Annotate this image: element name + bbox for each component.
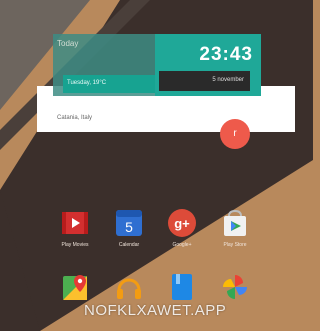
widget-clock-panel[interactable]: 23:43 5 november	[155, 34, 261, 96]
today-label: Today	[57, 39, 79, 48]
date-label: 5 november	[212, 77, 244, 83]
app-google-plus[interactable]: g+ Google+	[158, 208, 206, 248]
weather-label: Tuesday, 19°C	[67, 80, 107, 86]
calendar-icon: 5	[116, 210, 142, 236]
clock-time: 23:43	[199, 44, 253, 65]
photos-pinwheel-icon	[223, 275, 247, 299]
app-label: Calendar	[118, 242, 140, 248]
dock-photos[interactable]	[211, 272, 259, 302]
play-store-icon	[224, 209, 246, 236]
date-strip: 5 november	[159, 71, 250, 91]
app-label: Play Store	[223, 242, 247, 248]
app-label: Google+	[172, 242, 192, 248]
widget-fab-button[interactable]: r	[220, 119, 250, 149]
google-plus-glyph: g+	[174, 216, 190, 231]
dock-music[interactable]	[105, 272, 153, 302]
maps-icon	[63, 275, 87, 300]
dock-maps[interactable]	[51, 272, 99, 302]
location-label: Catania, Italy	[57, 115, 93, 121]
watermark-text: NOFKLXAWET.APP	[84, 302, 227, 319]
app-play-store[interactable]: Play Store	[211, 208, 259, 248]
app-play-movies[interactable]: Play Movies	[51, 208, 99, 248]
clock-weather-widget[interactable]: Catania, Italy Today Tuesday, 19°C 23:43…	[37, 34, 295, 132]
weather-strip: Tuesday, 19°C	[63, 75, 155, 93]
dock-books[interactable]	[158, 272, 206, 302]
calendar-day: 5	[125, 219, 133, 235]
books-icon	[172, 274, 192, 300]
google-plus-icon: g+	[168, 209, 196, 237]
play-movies-icon	[62, 212, 88, 234]
app-calendar[interactable]: 5 Calendar	[105, 208, 153, 248]
app-label: Play Movies	[61, 242, 89, 248]
headphones-icon	[117, 278, 141, 299]
